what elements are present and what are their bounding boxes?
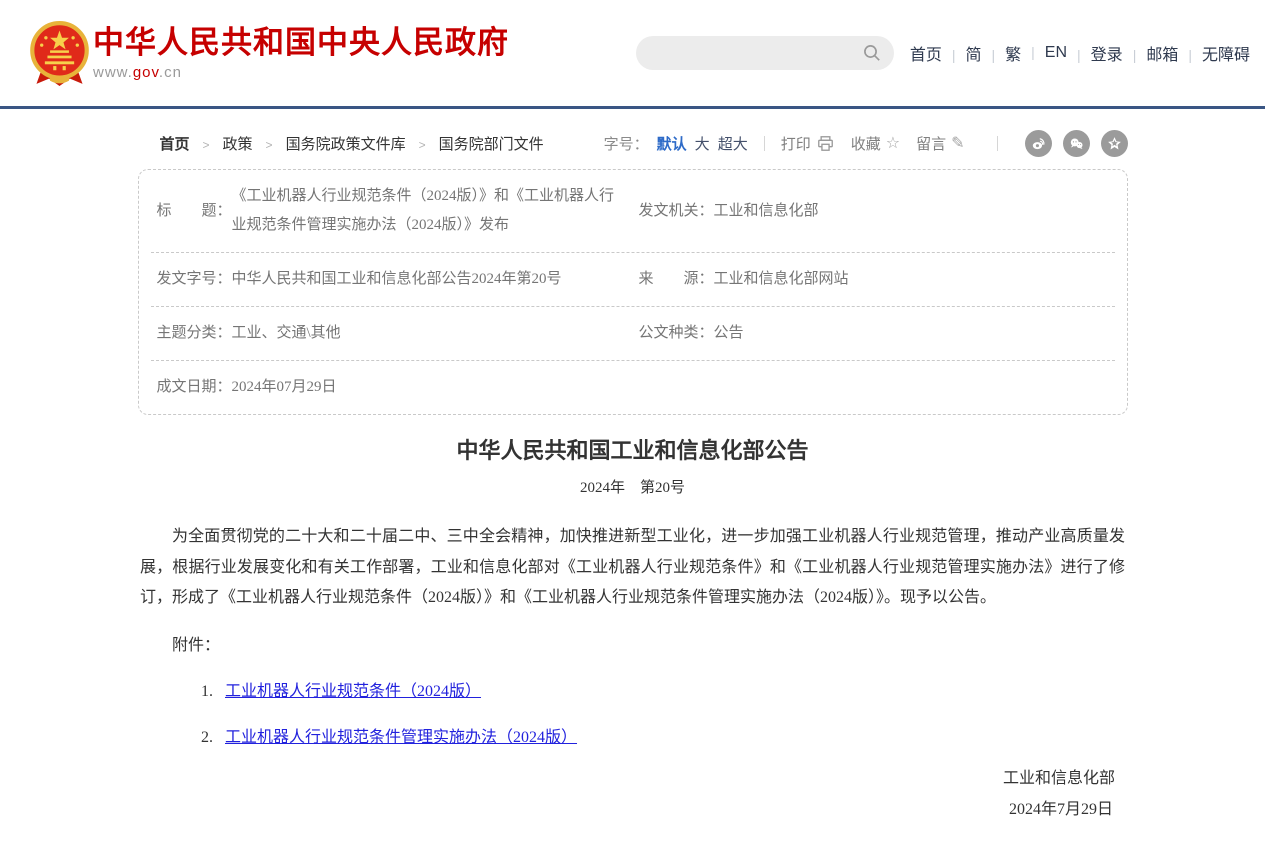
font-size-label: 字号： xyxy=(604,133,649,154)
meta-cell-source: 来 源： 工业和信息化部网站 xyxy=(633,253,1115,306)
site-title: 中华人民共和国中央人民政府 xyxy=(93,26,509,60)
meta-label: 成文日期： xyxy=(157,373,232,402)
document-toolbar: 字号： 默认 大 超大 打印 收藏 ☆ 留言 ✎ xyxy=(604,130,1128,157)
star-share-icon[interactable] xyxy=(1101,130,1128,157)
attachment-link-2[interactable]: 工业机器人行业规范条件管理实施办法（2024版） xyxy=(225,729,577,746)
meta-label: 来 源： xyxy=(639,265,714,294)
site-url-prefix: www. xyxy=(93,64,133,81)
meta-row: 标 题： 《工业机器人行业规范条件（2024版）》和《工业机器人行业规范条件管理… xyxy=(151,170,1115,253)
meta-cell-doc-type: 公文种类： 公告 xyxy=(633,307,1115,360)
signer-name: 工业和信息化部 xyxy=(140,770,1125,788)
attachment-link-1[interactable]: 工业机器人行业规范条件（2024版） xyxy=(225,683,481,700)
site-url-suffix: .cn xyxy=(159,64,182,81)
top-nav: 首页 简 繁 EN 登录 邮箱 无障碍 xyxy=(910,41,1250,65)
toolbar-divider xyxy=(764,136,765,151)
search-input[interactable] xyxy=(652,44,862,62)
site-header: 中华人民共和国中央人民政府 www.gov.cn 首页 简 繁 EN 登录 邮箱… xyxy=(0,0,1265,109)
meta-value: 《工业机器人行业规范条件（2024版）》和《工业机器人行业规范条件管理实施办法（… xyxy=(232,182,619,240)
printer-icon xyxy=(816,134,835,153)
signature-block: 工业和信息化部 2024年7月29日 xyxy=(140,770,1125,819)
nav-accessibility[interactable]: 无障碍 xyxy=(1178,41,1250,65)
sign-date: 2024年7月29日 xyxy=(140,801,1125,819)
document-body: 中华人民共和国工业和信息化部公告 2024年 第20号 为全面贯彻党的二十大和二… xyxy=(140,438,1125,819)
nav-traditional[interactable]: 繁 xyxy=(982,41,1022,65)
search-icon[interactable] xyxy=(862,43,882,63)
breadcrumb: 首页 政策 国务院政策文件库 国务院部门文件 xyxy=(138,133,544,154)
meta-label: 标 题： xyxy=(157,197,232,226)
breadcrumb-policy-library[interactable]: 国务院政策文件库 xyxy=(253,133,406,154)
nav-home[interactable]: 首页 xyxy=(910,41,942,65)
breadcrumb-department-docs[interactable]: 国务院部门文件 xyxy=(406,133,544,154)
meta-row: 成文日期： 2024年07月29日 xyxy=(151,361,1115,414)
attachment-number: 2. xyxy=(201,729,213,746)
meta-value: 工业、交通\其他 xyxy=(232,319,619,348)
font-size-default-button[interactable]: 默认 xyxy=(657,133,687,154)
attachments-label: 附件： xyxy=(140,637,1125,655)
breadcrumb-home[interactable]: 首页 xyxy=(160,133,190,154)
meta-value: 公告 xyxy=(714,319,1101,348)
nav-english[interactable]: EN xyxy=(1021,44,1067,62)
attachment-number: 1. xyxy=(201,683,213,700)
meta-row: 发文字号： 中华人民共和国工业和信息化部公告2024年第20号 来 源： 工业和… xyxy=(151,253,1115,307)
meta-cell-issue-date: 成文日期： 2024年07月29日 xyxy=(151,361,633,414)
meta-row: 主题分类： 工业、交通\其他 公文种类： 公告 xyxy=(151,307,1115,361)
attachment-item: 1. 工业机器人行业规范条件（2024版） xyxy=(140,683,1125,701)
document-paragraph: 为全面贯彻党的二十大和二十届二中、三中全会精神，加快推进新型工业化，进一步加强工… xyxy=(140,522,1125,614)
site-url-gov: gov xyxy=(133,64,159,81)
pencil-icon: ✎ xyxy=(951,133,964,153)
meta-value: 工业和信息化部 xyxy=(714,197,1101,226)
meta-label: 主题分类： xyxy=(157,319,232,348)
meta-label: 发文字号： xyxy=(157,265,232,294)
document-title: 中华人民共和国工业和信息化部公告 xyxy=(140,438,1125,464)
comment-label: 留言 xyxy=(916,133,946,154)
toolbar-divider xyxy=(997,136,998,151)
meta-label: 公文种类： xyxy=(639,319,714,348)
meta-value: 2024年07月29日 xyxy=(232,373,619,402)
print-label: 打印 xyxy=(781,133,811,154)
meta-cell-issuing-agency: 发文机关： 工业和信息化部 xyxy=(633,170,1115,252)
wechat-icon[interactable] xyxy=(1063,130,1090,157)
meta-value: 中华人民共和国工业和信息化部公告2024年第20号 xyxy=(232,265,619,294)
attachment-item: 2. 工业机器人行业规范条件管理实施办法（2024版） xyxy=(140,729,1125,747)
nav-mail[interactable]: 邮箱 xyxy=(1123,41,1179,65)
meta-cell-doc-number: 发文字号： 中华人民共和国工业和信息化部公告2024年第20号 xyxy=(151,253,633,306)
nav-login[interactable]: 登录 xyxy=(1067,41,1123,65)
document-meta-table: 标 题： 《工业机器人行业规范条件（2024版）》和《工业机器人行业规范条件管理… xyxy=(138,169,1128,415)
search-box[interactable] xyxy=(636,36,894,70)
star-outline-icon: ☆ xyxy=(886,133,900,153)
font-size-large-button[interactable]: 大 xyxy=(695,133,710,154)
favorite-label: 收藏 xyxy=(851,133,881,154)
font-size-xlarge-button[interactable]: 超大 xyxy=(718,133,748,154)
meta-value: 工业和信息化部网站 xyxy=(714,265,1101,294)
meta-cell-title: 标 题： 《工业机器人行业规范条件（2024版）》和《工业机器人行业规范条件管理… xyxy=(151,170,633,252)
weibo-icon[interactable] xyxy=(1025,130,1052,157)
site-url: www.gov.cn xyxy=(93,64,509,81)
meta-cell-topic-category: 主题分类： 工业、交通\其他 xyxy=(151,307,633,360)
print-button[interactable]: 打印 xyxy=(781,133,835,154)
favorite-button[interactable]: 收藏 ☆ xyxy=(851,133,900,154)
nav-simplified[interactable]: 简 xyxy=(942,41,982,65)
comment-button[interactable]: 留言 ✎ xyxy=(916,133,964,154)
document-issue-number: 2024年 第20号 xyxy=(140,476,1125,497)
national-emblem-icon xyxy=(26,20,93,87)
site-logo[interactable]: 中华人民共和国中央人民政府 www.gov.cn xyxy=(26,20,509,87)
breadcrumb-policy[interactable]: 政策 xyxy=(190,133,253,154)
meta-label: 发文机关： xyxy=(639,197,714,226)
page-tools-bar: 首页 政策 国务院政策文件库 国务院部门文件 字号： 默认 大 超大 打印 收藏… xyxy=(138,128,1128,158)
